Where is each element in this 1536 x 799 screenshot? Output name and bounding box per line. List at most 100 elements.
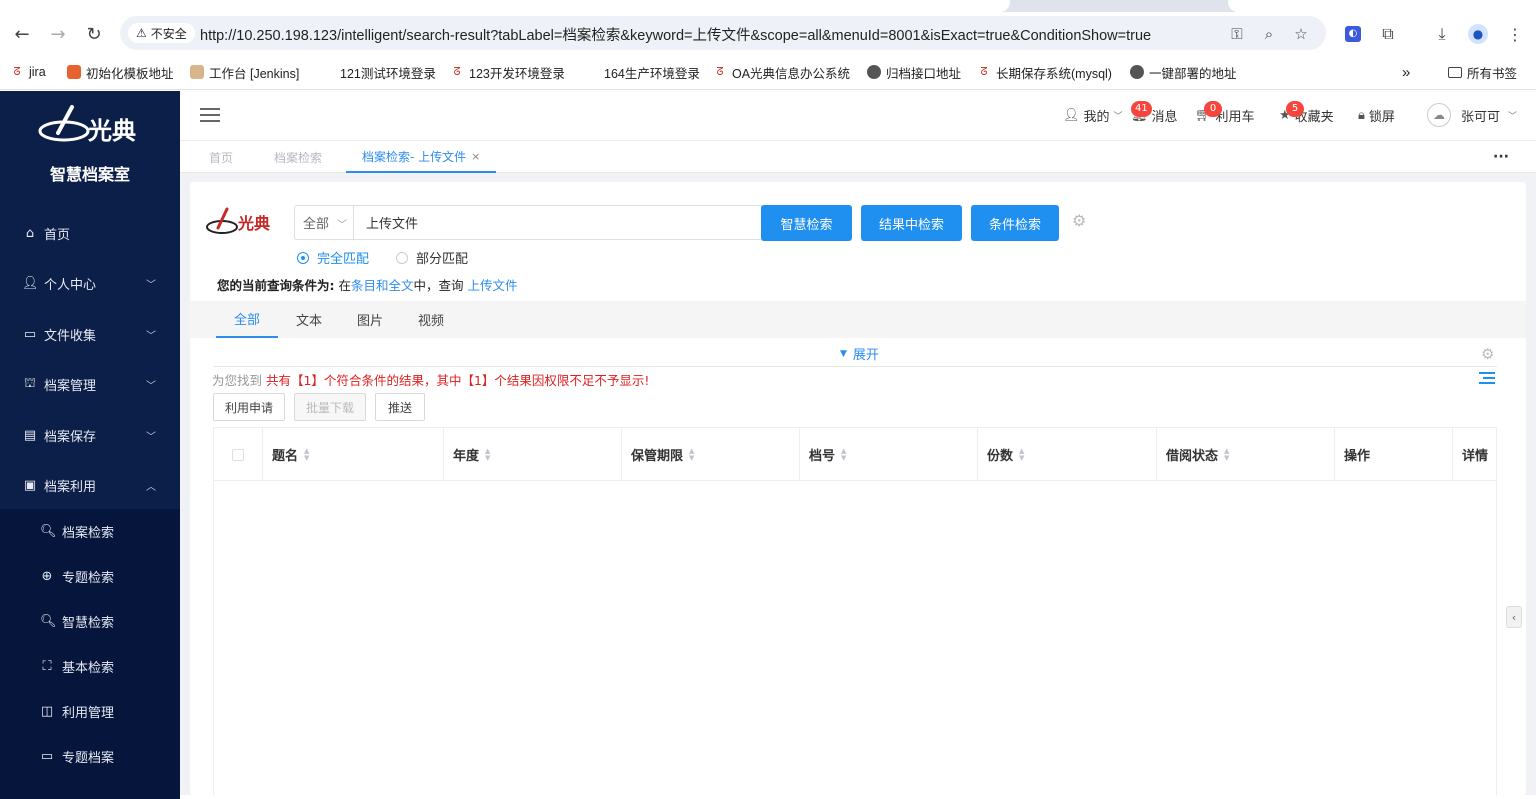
search-logo: 光典 — [206, 207, 270, 234]
radio-partial[interactable]: 部分匹配 — [396, 248, 468, 267]
bell-icon: 🔔︎41 — [1131, 100, 1152, 123]
expand-toggle[interactable]: ▼ 展开 — [840, 344, 879, 363]
column-header[interactable]: 保管期限 ▲ ▼ — [622, 428, 800, 481]
settings-icon[interactable]: ⚙ — [1481, 345, 1494, 363]
mine-menu[interactable]: 👤︎ 我的 ﹀ — [1063, 104, 1123, 126]
puzzle-icon[interactable]: ⧉ — [1375, 21, 1401, 47]
browser-tab-active[interactable] — [0, 0, 1010, 12]
sidebar-item-utilize[interactable]: ▣ 档案利用 ︿ — [0, 460, 180, 510]
bookmark-item[interactable]: ᘔ jira — [10, 62, 45, 82]
bookmark-item[interactable]: ᘔ OA光典信息办公系统 — [713, 62, 850, 82]
sort-icon[interactable]: ▲ ▼ — [1019, 447, 1024, 462]
sidebar-subitem-topic-search[interactable]: ⊕ 专题检索 — [0, 554, 176, 599]
bookmark-item[interactable]: 121测试环境登录 — [340, 62, 436, 82]
tab-text[interactable]: 文本 — [283, 301, 335, 338]
more-icon[interactable]: ··· — [1493, 141, 1509, 173]
sidebar-item-home[interactable]: ⌂ 首页 — [0, 208, 180, 258]
keyword-input[interactable] — [353, 205, 762, 240]
back-icon[interactable]: ← — [9, 21, 35, 47]
chevron-down-icon: ﹀ — [1113, 111, 1123, 122]
hamburger-icon[interactable] — [200, 108, 220, 124]
sort-icon[interactable]: ▲ ▼ — [485, 447, 490, 462]
list-icon[interactable] — [1479, 372, 1495, 386]
tab-image[interactable]: 图片 — [344, 301, 396, 338]
sidebar-item-manage[interactable]: ⛫ 档案管理 ﹀ — [0, 359, 180, 409]
tag-current[interactable]: 档案检索- 上传文件 × — [346, 141, 497, 173]
cart[interactable]: 🛒︎ 0 利用车 — [1195, 100, 1255, 126]
close-icon[interactable]: × — [471, 150, 480, 163]
user-menu[interactable]: ☁ 张可可 ﹀ — [1427, 103, 1517, 127]
oa-icon: ᘔ — [716, 66, 724, 78]
bank-icon: ⛫ — [24, 375, 36, 391]
cart-icon: 🛒︎ 0 — [1195, 100, 1222, 123]
messages[interactable]: 🔔︎41消息 — [1131, 100, 1178, 126]
extension-icon[interactable]: ◐ — [1340, 21, 1366, 47]
sidebar-subitem-smart-search[interactable]: 🔍︎ 智慧检索 — [0, 599, 176, 644]
sort-icon[interactable]: ▲ ▼ — [841, 447, 846, 462]
more-bookmarks-icon[interactable]: » — [1402, 62, 1410, 82]
sidebar-item-preserve[interactable]: ▤ 档案保存 ﹀ — [0, 410, 180, 460]
column-header[interactable]: 档号 ▲ ▼ — [800, 428, 978, 481]
sidebar-subitem-basic-search[interactable]: ⛶ 基本检索 — [0, 644, 176, 689]
forward-icon[interactable]: → — [45, 21, 71, 47]
profile-icon[interactable]: ● — [1465, 21, 1491, 47]
search-in-result-button[interactable]: 结果中检索 — [861, 205, 962, 241]
scan-icon: ⛶ — [42, 659, 52, 674]
browser-tab[interactable] — [1228, 0, 1536, 12]
sort-icon[interactable]: ▲ ▼ — [1224, 447, 1229, 462]
bookmark-item[interactable]: 归档接口地址 — [867, 62, 961, 82]
column-header[interactable]: 借阅状态 ▲ ▼ — [1157, 428, 1335, 481]
sidebar-item-collect[interactable]: ▭ 文件收集 ﹀ — [0, 309, 180, 359]
bookmark-item[interactable]: ᘔ 长期保存系统(mysql) — [977, 62, 1112, 82]
bookmark-item[interactable]: 初始化模板地址 — [67, 62, 174, 82]
sidebar-item-personal[interactable]: 👤︎ 个人中心 ﹀ — [0, 258, 180, 308]
settings-icon[interactable]: ⚙ — [1072, 211, 1086, 230]
address-bar[interactable]: ⚠ 不安全 http://10.250.198.123/intelligent/… — [120, 16, 1326, 50]
download-icon[interactable]: ⤓ — [1429, 21, 1455, 47]
tag-archive-search[interactable]: 档案检索 — [274, 141, 322, 173]
star-icon[interactable]: ☆ — [1290, 23, 1312, 45]
radio-dot — [297, 251, 309, 264]
bookmark-item[interactable]: 一键部署的地址 — [1130, 62, 1237, 82]
archive-icon: ▤ — [23, 427, 37, 443]
sort-icon[interactable]: ▲ ▼ — [304, 447, 309, 462]
warning-icon: ⚠ — [136, 26, 147, 40]
condition-search-button[interactable]: 条件检索 — [971, 205, 1059, 241]
sidebar-subitem-topic-archive[interactable]: ▭ 专题档案 — [0, 734, 176, 779]
sidebar-subitem-archive-search[interactable]: 🔍︎ 档案检索 — [0, 509, 176, 554]
column-header[interactable]: 题名 ▲ ▼ — [263, 428, 444, 481]
target-icon: ⊕ — [41, 569, 53, 584]
checkbox[interactable] — [232, 448, 244, 461]
chevron-left-icon[interactable]: ‹ — [1506, 606, 1522, 628]
bookmark-item[interactable]: 工作台 [Jenkins] — [190, 62, 299, 82]
user-icon: 👤︎ — [1063, 107, 1080, 123]
scope-select[interactable]: 全部 ﹀ — [294, 205, 353, 240]
tab-video[interactable]: 视频 — [405, 301, 457, 338]
bookmark-item[interactable]: ᘔ 123开发环境登录 — [450, 62, 564, 82]
lock-screen[interactable]: 🔒︎ 锁屏 — [1358, 104, 1395, 126]
tab-all[interactable]: 全部 — [216, 301, 278, 338]
favorites[interactable]: ★ 5 收藏夹 — [1279, 100, 1334, 126]
sort-icon[interactable]: ▲ ▼ — [689, 447, 694, 462]
smart-search-button[interactable]: 智慧检索 — [761, 205, 852, 241]
batch-download-button[interactable]: 批量下载 — [294, 393, 366, 421]
security-chip[interactable]: ⚠ 不安全 — [128, 23, 195, 43]
all-bookmarks[interactable]: 所有书签 — [1448, 62, 1517, 82]
menu-icon[interactable]: ⋮ — [1502, 21, 1528, 47]
url-text[interactable]: http://10.250.198.123/intelligent/search… — [200, 24, 1151, 45]
key-icon[interactable]: ⚿ — [1226, 23, 1248, 45]
globe-icon — [867, 65, 881, 79]
bookmark-item[interactable]: 164生产环境登录 — [604, 62, 700, 82]
reload-icon[interactable]: ↻ — [81, 21, 107, 47]
tag-home[interactable]: 首页 — [209, 141, 233, 173]
folder-icon: ▭ — [40, 749, 54, 764]
column-header[interactable]: 份数 ▲ ▼ — [978, 428, 1157, 481]
zoom-icon[interactable]: ⌕ — [1258, 23, 1280, 45]
radio-exact[interactable]: 完全匹配 — [297, 248, 369, 267]
select-all-checkbox[interactable] — [214, 428, 263, 481]
push-button[interactable]: 推送 — [375, 393, 425, 421]
apply-button[interactable]: 利用申请 — [213, 393, 285, 421]
security-label: 不安全 — [150, 26, 187, 41]
sidebar-subitem-utilize-manage[interactable]: ◫ 利用管理 — [0, 689, 176, 734]
column-header[interactable]: 年度 ▲ ▼ — [444, 428, 622, 481]
